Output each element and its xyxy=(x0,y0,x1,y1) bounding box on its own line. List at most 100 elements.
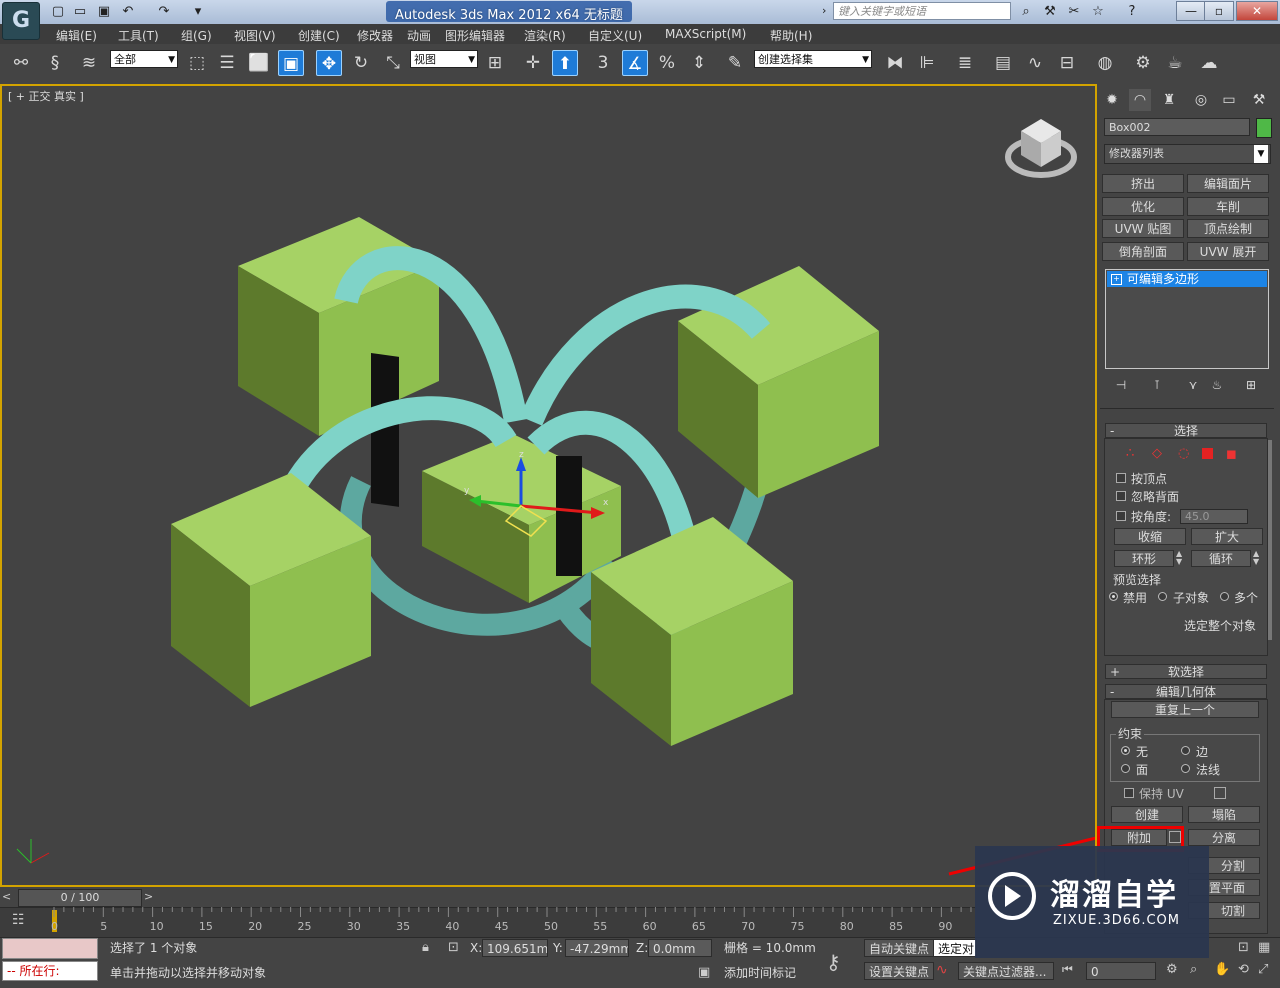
modifier-extrude-button[interactable]: 挤出 xyxy=(1102,174,1184,193)
key-curve-icon[interactable]: ∿ xyxy=(936,962,948,978)
rendered-frame-window-icon[interactable]: ☕ xyxy=(1162,50,1188,76)
configure-sets-icon[interactable]: ⊞ xyxy=(1240,374,1262,396)
polygon-mode-icon[interactable] xyxy=(1202,448,1213,459)
menu-modifiers[interactable]: 修改器 xyxy=(357,27,393,43)
constraint-normal-radio[interactable] xyxy=(1181,764,1190,773)
goto-start-icon[interactable]: ⏮ xyxy=(1062,962,1073,977)
favorites-icon[interactable]: ☆ xyxy=(1090,4,1106,20)
subscription-icon[interactable]: ⚒ xyxy=(1042,4,1058,20)
menu-animation[interactable]: 动画 xyxy=(407,27,431,43)
zoom-extents-icon[interactable]: ⊡ xyxy=(1238,940,1249,955)
rollout-edit-geometry-header[interactable]: - 编辑几何体 xyxy=(1105,684,1267,699)
preview-subobject-radio[interactable] xyxy=(1158,592,1167,601)
preserve-uv-checkbox[interactable] xyxy=(1124,788,1134,798)
keyboard-shortcut-override-icon[interactable]: ⬆ xyxy=(552,50,578,76)
app-logo-button[interactable]: G xyxy=(2,2,40,40)
modify-tab-icon[interactable]: ◠ xyxy=(1129,89,1151,111)
layer-manager-icon[interactable]: ≣ xyxy=(952,50,978,76)
orbit-icon[interactable]: ⟲ xyxy=(1238,962,1249,977)
rectangle-selection-icon[interactable]: ⬜ xyxy=(246,50,272,76)
viewport-label-plus[interactable]: [ + xyxy=(8,90,25,103)
modifier-vertex-paint-button[interactable]: 顶点绘制 xyxy=(1187,219,1269,238)
redo-icon[interactable]: ↷ xyxy=(156,4,172,20)
create-button[interactable]: 创建 xyxy=(1111,806,1183,823)
render-setup-icon[interactable]: ⚙ xyxy=(1130,50,1156,76)
menu-customize[interactable]: 自定义(U) xyxy=(588,27,642,43)
z-coordinate-input[interactable]: 0.0mm xyxy=(648,939,712,957)
menu-edit[interactable]: 编辑(E) xyxy=(56,27,97,43)
motion-tab-icon[interactable]: ◎ xyxy=(1190,89,1212,111)
collapse-button[interactable]: 塌陷 xyxy=(1188,806,1260,823)
detach-button[interactable]: 分离 xyxy=(1188,829,1260,846)
menu-graph-editors[interactable]: 图形编辑器 xyxy=(445,27,505,43)
by-vertex-checkbox[interactable] xyxy=(1116,473,1126,483)
object-name-input[interactable]: Box002 xyxy=(1104,118,1250,136)
create-tab-icon[interactable]: ✹ xyxy=(1101,89,1123,111)
menu-maxscript[interactable]: MAXScript(M) xyxy=(665,27,746,43)
menu-tools[interactable]: 工具(T) xyxy=(118,27,159,43)
modifier-optimize-button[interactable]: 优化 xyxy=(1102,197,1184,216)
angle-value-input[interactable]: 45.0 xyxy=(1180,509,1248,524)
key-filter-selection-dropdown[interactable]: 选定对 xyxy=(933,939,977,957)
help-icon[interactable]: ? xyxy=(1124,4,1140,20)
vertex-mode-icon[interactable]: ∴ xyxy=(1126,446,1134,461)
snaps-toggle-icon[interactable]: 3 xyxy=(590,50,616,76)
modifier-edit-patch-button[interactable]: 编辑面片 xyxy=(1187,174,1269,193)
y-coordinate-input[interactable]: -47.29mm xyxy=(565,939,629,957)
open-icon[interactable]: ▭ xyxy=(72,4,88,20)
modifier-unwrap-uvw-button[interactable]: UVW 展开 xyxy=(1187,242,1269,261)
modifier-lathe-button[interactable]: 车削 xyxy=(1187,197,1269,216)
undo-icon[interactable]: ↶ xyxy=(120,4,136,20)
new-icon[interactable]: ▢ xyxy=(50,4,66,20)
hierarchy-tab-icon[interactable]: ♜ xyxy=(1158,89,1180,111)
field-of-view-icon[interactable]: ▦ xyxy=(1258,940,1270,955)
remove-modifier-icon[interactable]: ♨ xyxy=(1206,374,1228,396)
preview-multi-radio[interactable] xyxy=(1220,592,1229,601)
selection-filter-dropdown[interactable]: 全部 ▼ xyxy=(110,50,178,68)
key-filters-button[interactable]: 关键点过滤器... xyxy=(958,962,1054,980)
align-icon[interactable]: ⊫ xyxy=(914,50,940,76)
viewport-label-view[interactable]: 正交 xyxy=(29,90,51,103)
by-angle-checkbox[interactable] xyxy=(1116,511,1126,521)
rollout-soft-selection-header[interactable]: + 软选择 xyxy=(1105,664,1267,679)
constraint-face-radio[interactable] xyxy=(1121,764,1130,773)
material-editor-icon[interactable]: ◍ xyxy=(1092,50,1118,76)
border-mode-icon[interactable]: ◌ xyxy=(1178,446,1189,461)
absolute-mode-icon[interactable]: ⊡ xyxy=(448,940,459,955)
modifier-list-dropdown[interactable]: 修改器列表 ▼ xyxy=(1104,144,1271,164)
binoculars-icon[interactable]: ⌕ xyxy=(1018,4,1034,20)
minimize-button[interactable]: — xyxy=(1176,1,1206,21)
graphite-toolbar-icon[interactable]: ▤ xyxy=(990,50,1016,76)
repeat-last-button[interactable]: 重复上一个 xyxy=(1111,701,1259,718)
ring-button[interactable]: 环形 xyxy=(1114,550,1174,567)
preserve-uv-settings-icon[interactable] xyxy=(1214,787,1226,799)
viewport-label[interactable]: [ + 正交 真实 ] xyxy=(8,88,84,104)
constraint-none-radio[interactable] xyxy=(1121,746,1130,755)
set-key-button[interactable]: 设置关键点 xyxy=(864,962,934,980)
time-prev-icon[interactable]: < xyxy=(2,890,14,904)
maximize-viewport-icon[interactable]: ⤢ xyxy=(1258,962,1268,977)
search-input[interactable]: 键入关键字或短语 xyxy=(833,2,1011,20)
element-mode-icon[interactable]: ◼ xyxy=(1226,447,1237,462)
time-next-icon[interactable]: > xyxy=(144,890,156,904)
loop-button[interactable]: 循环 xyxy=(1191,550,1251,567)
stack-item-editable-poly[interactable]: + 可编辑多边形 xyxy=(1107,271,1267,287)
current-frame-input[interactable]: 0 xyxy=(1086,962,1156,980)
show-end-result-icon[interactable]: ⊺ xyxy=(1146,374,1168,396)
object-color-swatch[interactable] xyxy=(1256,118,1272,138)
time-config-icon[interactable]: ⚙ xyxy=(1166,962,1178,977)
manipulate-icon[interactable]: ✛ xyxy=(520,50,546,76)
angle-snap-icon[interactable]: ∡ xyxy=(622,50,648,76)
named-selection-dropdown[interactable]: 创建选择集 ▼ xyxy=(754,50,872,68)
add-time-tag-text[interactable]: 添加时间标记 xyxy=(720,964,820,982)
command-panel-scrollbar[interactable] xyxy=(1268,440,1272,640)
expand-icon[interactable]: + xyxy=(1111,274,1122,285)
window-crossing-icon[interactable]: ▣ xyxy=(278,50,304,76)
render-production-icon[interactable]: ☁ xyxy=(1196,50,1222,76)
lock-selection-icon[interactable]: 🔒︎ xyxy=(422,940,429,955)
modifier-uvw-map-button[interactable]: UVW 贴图 xyxy=(1102,219,1184,238)
maxscript-mini-listener[interactable]: -- 所在行: xyxy=(2,961,98,981)
bind-space-warp-icon[interactable]: ≋ xyxy=(76,50,102,76)
spinner-snap-icon[interactable]: ⇕ xyxy=(686,50,712,76)
edge-mode-icon[interactable]: ◇ xyxy=(1152,446,1162,461)
